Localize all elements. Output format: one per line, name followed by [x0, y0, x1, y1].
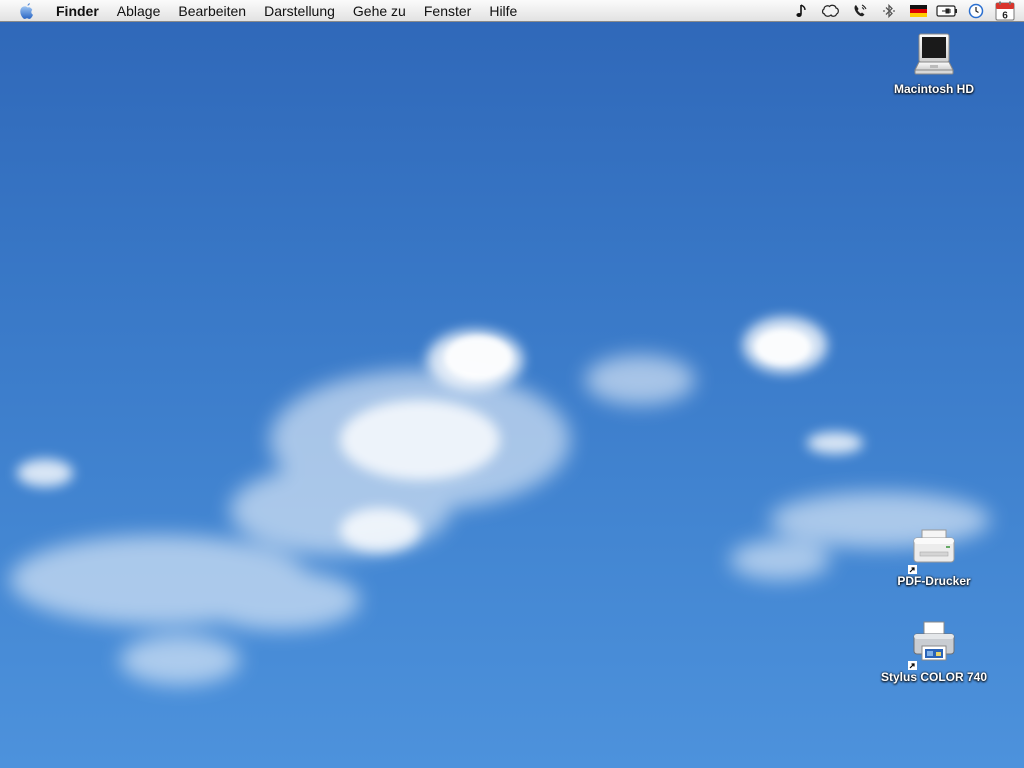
menu-extras: 6 — [784, 0, 1016, 22]
menu-bearbeiten[interactable]: Bearbeiten — [169, 0, 255, 22]
menu-finder[interactable]: Finder — [47, 0, 108, 22]
calendar-day: 6 — [1002, 11, 1008, 22]
apple-menu-button[interactable] — [17, 0, 37, 22]
bluetooth-icon[interactable] — [878, 0, 900, 22]
battery-power-icon[interactable] — [936, 0, 958, 22]
apple-logo-icon — [20, 2, 33, 19]
clock-icon[interactable] — [965, 0, 987, 22]
menu-gehe-zu[interactable]: Gehe zu — [344, 0, 415, 22]
desktop-icon-label: Stylus COLOR 740 — [880, 670, 988, 684]
calendar-icon[interactable]: 6 — [994, 0, 1016, 22]
alias-arrow-icon — [908, 661, 917, 670]
menu-fenster[interactable]: Fenster — [415, 0, 480, 22]
desktop-icon-label: Macintosh HD — [893, 82, 974, 96]
printer-icon — [908, 524, 958, 574]
desktop-icon-stylus-color-740[interactable]: Stylus COLOR 740 — [869, 620, 999, 684]
alias-arrow-icon — [908, 565, 917, 574]
desktop-icon-pdf-drucker[interactable]: PDF-Drucker — [869, 524, 999, 588]
menu-bar: Finder Ablage Bearbeiten Darstellung Geh… — [0, 0, 1024, 22]
airport-icon[interactable] — [820, 0, 842, 22]
phone-icon[interactable] — [849, 0, 871, 22]
menu-hilfe[interactable]: Hilfe — [480, 0, 526, 22]
itunes-note-icon[interactable] — [791, 0, 813, 22]
german-flag-icon[interactable] — [907, 0, 929, 22]
menu-ablage[interactable]: Ablage — [108, 0, 170, 22]
menu-darstellung[interactable]: Darstellung — [255, 0, 344, 22]
desktop-icon-macintosh-hd[interactable]: Macintosh HD — [869, 32, 999, 96]
hard-drive-icon — [910, 32, 958, 80]
inkjet-printer-icon — [908, 620, 958, 670]
desktop-icon-label: PDF-Drucker — [897, 574, 971, 588]
